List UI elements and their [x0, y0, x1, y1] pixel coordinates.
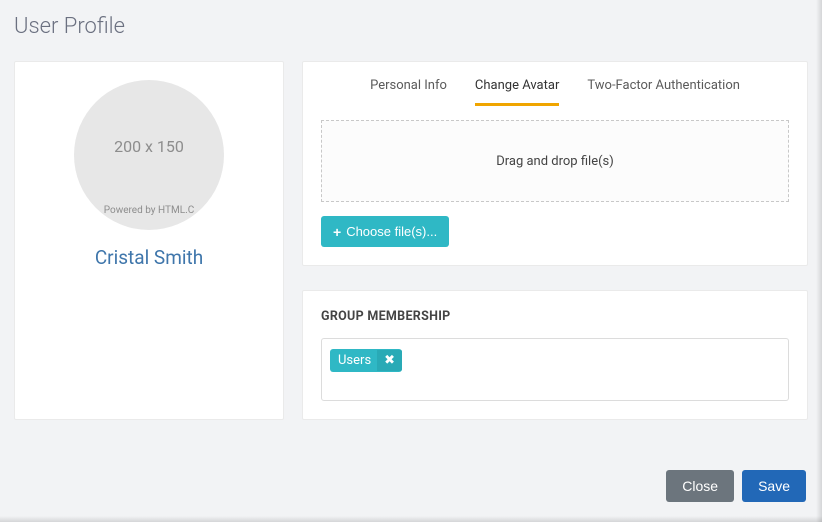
profile-card: 200 x 150 Powered by HTML.C Cristal Smit…	[14, 61, 284, 420]
user-name: Cristal Smith	[31, 246, 267, 269]
group-tag-label: Users	[330, 349, 377, 372]
tab-two-factor[interactable]: Two-Factor Authentication	[587, 78, 740, 106]
close-button[interactable]: Close	[666, 470, 734, 502]
group-membership-header: GROUP MEMBERSHIP	[321, 309, 789, 324]
avatar-panel: Personal Info Change Avatar Two-Factor A…	[302, 61, 808, 266]
dropzone-label: Drag and drop file(s)	[496, 154, 614, 169]
group-tag-input[interactable]: Users ✖	[321, 338, 789, 401]
footer-buttons: Close Save	[666, 470, 806, 502]
choose-files-label: Choose file(s)...	[346, 224, 437, 239]
remove-tag-icon[interactable]: ✖	[377, 350, 402, 371]
tab-personal-info[interactable]: Personal Info	[370, 78, 447, 106]
group-membership-panel: GROUP MEMBERSHIP Users ✖	[302, 290, 808, 420]
choose-files-button[interactable]: + Choose file(s)...	[321, 216, 449, 247]
group-tag: Users ✖	[330, 349, 402, 372]
page-title: User Profile	[14, 14, 808, 39]
avatar-placeholder: 200 x 150 Powered by HTML.C	[74, 80, 224, 230]
save-button[interactable]: Save	[742, 470, 806, 502]
tabs: Personal Info Change Avatar Two-Factor A…	[321, 78, 789, 106]
avatar-dimensions: 200 x 150	[114, 137, 184, 156]
tab-change-avatar[interactable]: Change Avatar	[475, 78, 559, 106]
plus-icon: +	[333, 225, 341, 239]
avatar-powered-text: Powered by HTML.C	[104, 205, 194, 216]
file-dropzone[interactable]: Drag and drop file(s)	[321, 120, 789, 202]
